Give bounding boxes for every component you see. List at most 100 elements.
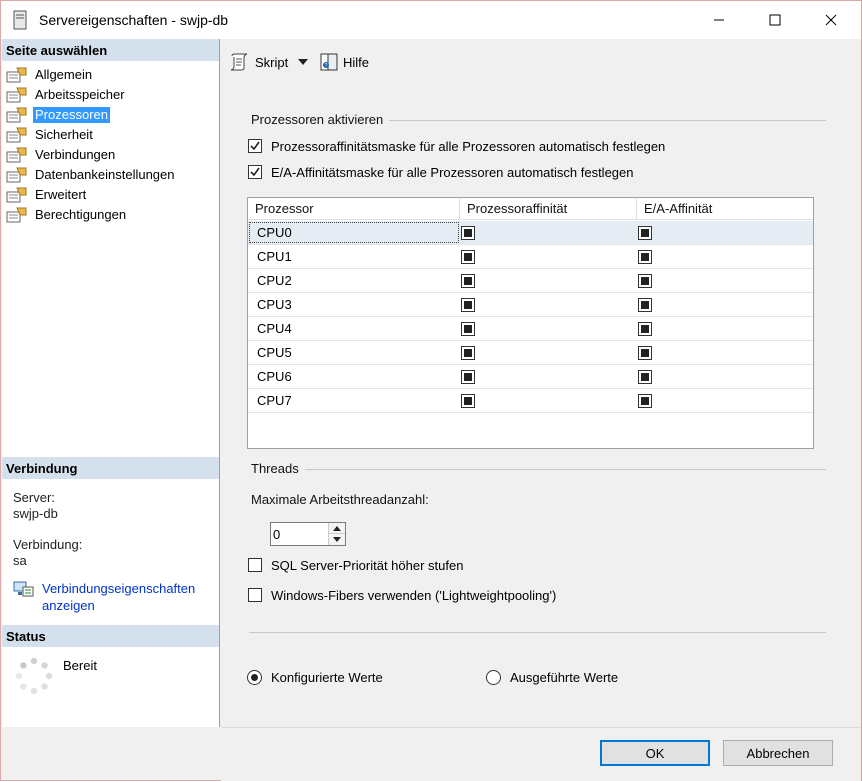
processor-name: CPU3 xyxy=(257,297,292,312)
io-affinity-checkbox[interactable] xyxy=(638,370,652,384)
running-values-radio[interactable] xyxy=(486,669,501,685)
group-divider xyxy=(389,120,826,121)
column-header-processor[interactable]: Prozessor xyxy=(248,198,460,220)
io-affinity-checkbox[interactable] xyxy=(638,298,652,312)
column-header-io-affinity[interactable]: E/A-Affinität xyxy=(637,198,813,220)
connection-value: sa xyxy=(13,553,27,568)
processor-name: CPU2 xyxy=(257,273,292,288)
page-item-sicherheit[interactable]: Sicherheit xyxy=(6,125,216,145)
close-button[interactable] xyxy=(808,1,854,39)
page-item-label: Prozessoren xyxy=(33,107,110,123)
ok-button[interactable]: OK xyxy=(600,740,710,766)
page-settings-icon xyxy=(6,67,27,83)
auto-io-affinity-checkbox[interactable] xyxy=(248,165,262,179)
grid-header: Prozessor Prozessoraffinität E/A-Affinit… xyxy=(248,198,813,220)
processor-affinity-checkbox[interactable] xyxy=(461,370,475,384)
configured-values-radio[interactable] xyxy=(247,669,262,685)
processor-affinity-checkbox[interactable] xyxy=(461,346,475,360)
table-row[interactable]: CPU0 xyxy=(248,221,813,245)
table-row[interactable]: CPU7 xyxy=(248,389,813,413)
cancel-button[interactable]: Abbrechen xyxy=(723,740,833,766)
max-worker-threads-input[interactable] xyxy=(273,526,325,543)
processor-name: CPU1 xyxy=(257,249,292,264)
connection-header: Verbindung xyxy=(2,457,219,479)
io-affinity-checkbox[interactable] xyxy=(638,322,652,336)
server-label: Server: xyxy=(13,490,55,505)
table-row[interactable]: CPU1 xyxy=(248,245,813,269)
arrow-up-icon xyxy=(333,525,341,531)
page-settings-icon xyxy=(6,207,27,223)
running-values-option[interactable]: Ausgeführte Werte xyxy=(486,668,618,686)
toolbar: Skript ? Hilfe xyxy=(221,39,861,83)
windows-fibers-row[interactable]: Windows-Fibers verwenden ('Lightweightpo… xyxy=(248,586,556,604)
io-affinity-checkbox[interactable] xyxy=(638,394,652,408)
processor-name: CPU0 xyxy=(248,221,460,244)
boost-priority-row[interactable]: SQL Server-Priorität höher stufen xyxy=(248,556,463,574)
minimize-button[interactable] xyxy=(696,1,742,39)
page-item-label: Sicherheit xyxy=(35,127,93,142)
status-header: Status xyxy=(2,625,219,647)
processor-affinity-checkbox[interactable] xyxy=(461,322,475,336)
table-row[interactable]: CPU4 xyxy=(248,317,813,341)
title-bar[interactable]: Servereigenschaften - swjp-db xyxy=(1,1,861,39)
page-item-datenbankeinstellungen[interactable]: Datenbankeinstellungen xyxy=(6,165,216,185)
io-affinity-checkbox[interactable] xyxy=(638,274,652,288)
dialog-button-bar: OK Abbrechen xyxy=(221,727,861,781)
auto-io-affinity-row[interactable]: E/A-Affinitätsmaske für alle Prozessoren… xyxy=(248,163,634,181)
boost-priority-checkbox[interactable] xyxy=(248,558,262,572)
column-header-processor-affinity[interactable]: Prozessoraffinität xyxy=(460,198,637,220)
page-item-prozessoren[interactable]: Prozessoren xyxy=(6,105,216,125)
connection-properties-icon xyxy=(13,581,34,597)
maximize-button[interactable] xyxy=(752,1,798,39)
processor-affinity-grid[interactable]: Prozessor Prozessoraffinität E/A-Affinit… xyxy=(247,197,814,449)
processor-name: CPU5 xyxy=(257,345,292,360)
io-affinity-checkbox[interactable] xyxy=(638,346,652,360)
auto-processor-affinity-row[interactable]: Prozessoraffinitätsmaske für alle Prozes… xyxy=(248,137,665,155)
windows-fibers-checkbox[interactable] xyxy=(248,588,262,602)
page-settings-icon xyxy=(6,107,27,123)
script-button[interactable]: Skript xyxy=(229,51,288,73)
checkmark-icon xyxy=(250,141,260,151)
io-affinity-checkbox[interactable] xyxy=(638,250,652,264)
processor-affinity-checkbox[interactable] xyxy=(461,274,475,288)
left-pane: Seite auswählen Allgemein Arbeitsspeiche… xyxy=(2,39,220,727)
processor-affinity-checkbox[interactable] xyxy=(461,298,475,312)
configured-values-option[interactable]: Konfigurierte Werte xyxy=(247,668,383,686)
auto-processor-affinity-checkbox[interactable] xyxy=(248,139,262,153)
page-item-erweitert[interactable]: Erweitert xyxy=(6,185,216,205)
svg-text:?: ? xyxy=(325,63,328,69)
processor-affinity-checkbox[interactable] xyxy=(461,250,475,264)
processor-name: CPU6 xyxy=(257,369,292,384)
table-row[interactable]: CPU2 xyxy=(248,269,813,293)
help-button[interactable]: ? Hilfe xyxy=(318,51,369,73)
max-worker-threads-label: Maximale Arbeitsthreadanzahl: xyxy=(251,492,429,507)
stepper-up-button[interactable] xyxy=(329,523,345,534)
page-settings-icon xyxy=(6,127,27,143)
table-row[interactable]: CPU5 xyxy=(248,341,813,365)
page-item-allgemein[interactable]: Allgemein xyxy=(6,65,216,85)
server-value: swjp-db xyxy=(13,506,58,521)
processor-affinity-checkbox[interactable] xyxy=(461,394,475,408)
page-settings-icon xyxy=(6,167,27,183)
page-item-verbindungen[interactable]: Verbindungen xyxy=(6,145,216,165)
page-item-label: Arbeitsspeicher xyxy=(35,87,125,102)
processor-affinity-checkbox[interactable] xyxy=(461,226,475,240)
dropdown-arrow-icon xyxy=(298,59,308,65)
script-dropdown-button[interactable] xyxy=(297,51,309,73)
max-worker-threads-stepper[interactable] xyxy=(270,522,346,546)
windows-fibers-label: Windows-Fibers verwenden ('Lightweightpo… xyxy=(271,587,557,603)
stepper-buttons xyxy=(328,523,345,545)
page-settings-icon xyxy=(6,147,27,163)
page-item-arbeitsspeicher[interactable]: Arbeitsspeicher xyxy=(6,85,216,105)
script-icon xyxy=(230,53,248,71)
page-settings-icon xyxy=(6,87,27,103)
page-item-berechtigungen[interactable]: Berechtigungen xyxy=(6,205,216,225)
server-properties-dialog: Servereigenschaften - swjp-db Seite ausw… xyxy=(0,0,862,781)
app-icon xyxy=(13,10,27,30)
table-row[interactable]: CPU3 xyxy=(248,293,813,317)
view-connection-properties-link[interactable]: Verbindungseigenschaften anzeigen xyxy=(42,580,217,614)
stepper-down-button[interactable] xyxy=(329,534,345,545)
processor-name: CPU7 xyxy=(257,393,292,408)
table-row[interactable]: CPU6 xyxy=(248,365,813,389)
io-affinity-checkbox[interactable] xyxy=(638,226,652,240)
